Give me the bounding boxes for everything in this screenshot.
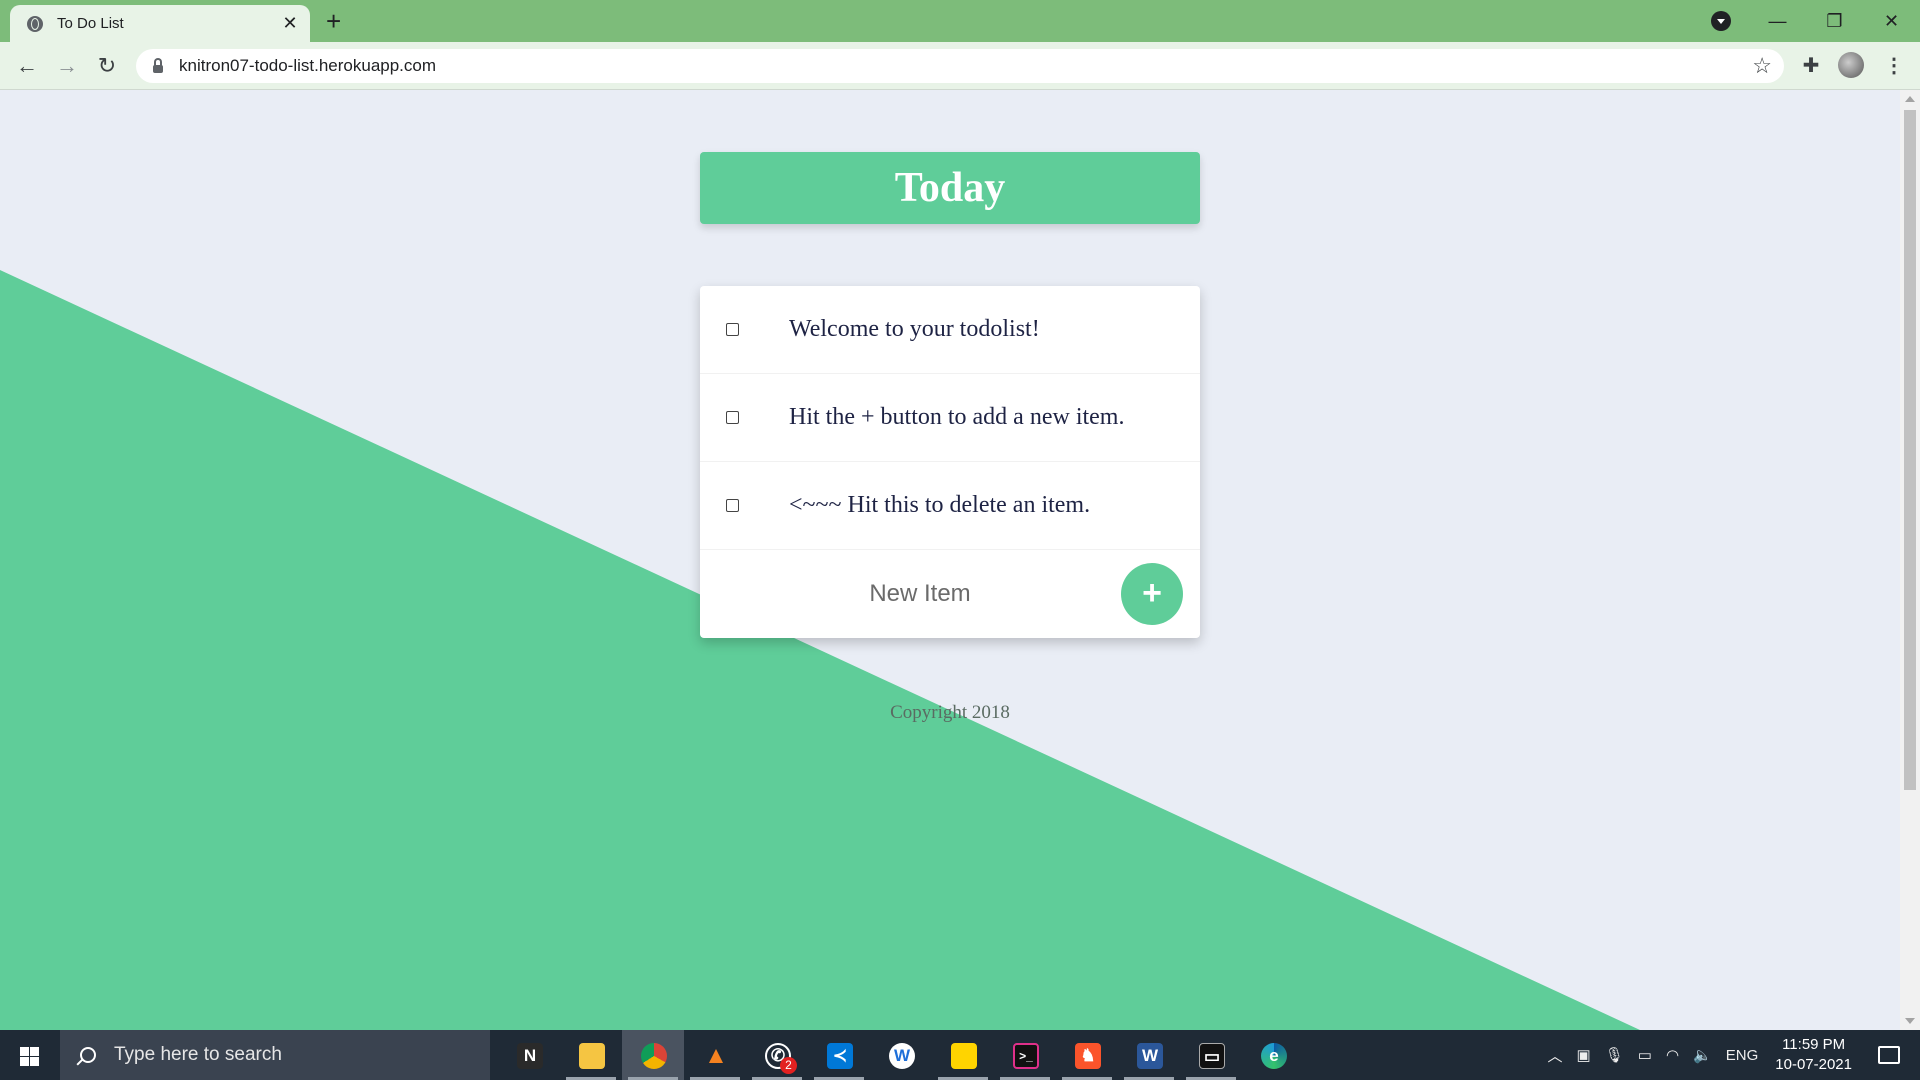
language-indicator[interactable]: ENG	[1726, 1047, 1759, 1064]
item-checkbox[interactable]	[726, 411, 739, 424]
extensions-icon[interactable]: ✚	[1795, 50, 1827, 82]
list-item: Welcome to your todolist!	[700, 286, 1200, 374]
new-item-input[interactable]: New Item	[700, 550, 1140, 638]
taskbar-app[interactable]: ▭	[1180, 1030, 1242, 1080]
browser-toolbar: ← → ↻ knitron07-todo-list.herokuapp.com …	[0, 42, 1920, 90]
item-checkbox[interactable]	[726, 323, 739, 336]
back-arrow-icon[interactable]: ←	[11, 50, 43, 82]
add-item-button[interactable]: +	[1121, 563, 1183, 625]
taskbar-app[interactable]: ✆ 2	[746, 1030, 808, 1080]
heading-box: Today	[700, 152, 1200, 224]
item-text: <~~~ Hit this to delete an item.	[789, 492, 1091, 518]
list-title: Today	[894, 165, 1006, 211]
item-checkbox[interactable]	[726, 499, 739, 512]
notification-center-icon[interactable]	[1878, 1046, 1900, 1064]
taskbar-app[interactable]	[932, 1030, 994, 1080]
search-icon	[80, 1047, 96, 1063]
scroll-down-arrow-icon[interactable]	[1905, 1018, 1915, 1024]
restore-button[interactable]: ❐	[1806, 11, 1863, 32]
page-scrollbar[interactable]	[1900, 90, 1920, 1030]
tab-search-icon[interactable]	[1711, 11, 1731, 31]
footer-copyright: Copyright 2018	[890, 702, 1010, 723]
terminal-icon: >_	[1013, 1043, 1039, 1069]
file-explorer-icon	[579, 1043, 605, 1069]
new-tab-button[interactable]: +	[326, 6, 341, 36]
taskbar-app[interactable]	[560, 1030, 622, 1080]
lock-icon[interactable]	[153, 58, 163, 73]
taskbar-search[interactable]: Type here to search	[60, 1030, 490, 1080]
list-item: <~~~ Hit this to delete an item.	[700, 462, 1200, 550]
taskbar-app[interactable]: ≺	[808, 1030, 870, 1080]
taskbar-app[interactable]: W	[1118, 1030, 1180, 1080]
taskbar-app[interactable]: ♞	[1056, 1030, 1118, 1080]
url-text: knitron07-todo-list.herokuapp.com	[179, 56, 437, 75]
list-item: Hit the + button to add a new item.	[700, 374, 1200, 462]
scroll-up-arrow-icon[interactable]	[1905, 96, 1915, 102]
globe-icon	[27, 15, 43, 32]
close-window-button[interactable]: ✕	[1863, 11, 1920, 32]
search-placeholder: Type here to search	[114, 1044, 282, 1065]
forward-arrow-icon[interactable]: →	[51, 50, 83, 82]
taskbar: Type here to search N ▲ ✆ 2 ≺ W >_ ♞ W ▭ e ︿ ▣ 🎙 ▭…	[0, 1030, 1920, 1080]
brave-icon: ♞	[1075, 1043, 1101, 1069]
clock[interactable]: 11:59 PM 10-07-2021	[1775, 1035, 1852, 1075]
chrome-icon	[641, 1043, 667, 1069]
windows-logo-icon	[20, 1047, 39, 1066]
edge-icon: e	[1261, 1043, 1287, 1069]
sticky-notes-icon	[951, 1043, 977, 1069]
item-text: Hit the + button to add a new item.	[789, 404, 1125, 430]
profile-avatar[interactable]	[1838, 52, 1864, 78]
taskbar-app[interactable]: >_	[994, 1030, 1056, 1080]
menu-kebab-icon[interactable]: ⋮	[1878, 50, 1910, 82]
wifi-icon[interactable]: ◠	[1666, 1046, 1679, 1064]
notification-badge: 2	[780, 1057, 797, 1074]
taskbar-app[interactable]	[622, 1030, 684, 1080]
start-button[interactable]	[0, 1030, 60, 1080]
taskbar-app[interactable]: W	[870, 1030, 932, 1080]
tab-close-icon[interactable]: ✕	[280, 13, 300, 34]
item-text: Welcome to your todolist!	[789, 316, 1040, 342]
todo-list: Welcome to your todolist! Hit the + butt…	[700, 286, 1200, 638]
meet-now-icon[interactable]: ▣	[1577, 1046, 1591, 1064]
taskbar-app[interactable]: e	[1242, 1030, 1304, 1080]
word-icon: W	[1137, 1043, 1163, 1069]
vscode-icon: ≺	[827, 1043, 853, 1069]
system-tray: ︿ ▣ 🎙 ▭ ◠ 🔈 ENG 11:59 PM 10-07-2021	[1541, 1030, 1920, 1080]
browser-tab[interactable]: To Do List ✕	[10, 5, 310, 42]
notion-icon: N	[517, 1043, 543, 1069]
volume-icon[interactable]: 🔈	[1693, 1046, 1712, 1064]
clock-date: 10-07-2021	[1775, 1056, 1852, 1073]
taskbar-apps: N ▲ ✆ 2 ≺ W >_ ♞ W ▭ e	[498, 1030, 1304, 1080]
vlc-icon: ▲	[704, 1042, 728, 1069]
browser-tab-strip: To Do List ✕ + — ❐ ✕	[0, 0, 1920, 42]
window-controls: — ❐ ✕	[1749, 0, 1920, 42]
tab-title: To Do List	[57, 15, 124, 32]
new-item-form: New Item +	[700, 550, 1200, 638]
show-hidden-icons-icon[interactable]: ︿	[1548, 1045, 1563, 1066]
scrollbar-thumb[interactable]	[1904, 110, 1916, 790]
minimize-button[interactable]: —	[1749, 11, 1806, 32]
bookmark-star-icon[interactable]: ☆	[1752, 53, 1772, 79]
microphone-icon[interactable]: 🎙	[1605, 1046, 1624, 1064]
battery-icon[interactable]: ▭	[1638, 1046, 1652, 1064]
app-w-icon: W	[889, 1043, 915, 1069]
reload-icon[interactable]: ↻	[91, 50, 123, 82]
taskbar-app[interactable]: N	[498, 1030, 560, 1080]
page-viewport: Today Welcome to your todolist! Hit the …	[0, 90, 1900, 1030]
taskbar-app[interactable]: ▲	[684, 1030, 746, 1080]
cmd-icon: ▭	[1199, 1043, 1225, 1069]
address-bar[interactable]: knitron07-todo-list.herokuapp.com ☆	[136, 49, 1784, 83]
clock-time: 11:59 PM	[1782, 1036, 1846, 1053]
